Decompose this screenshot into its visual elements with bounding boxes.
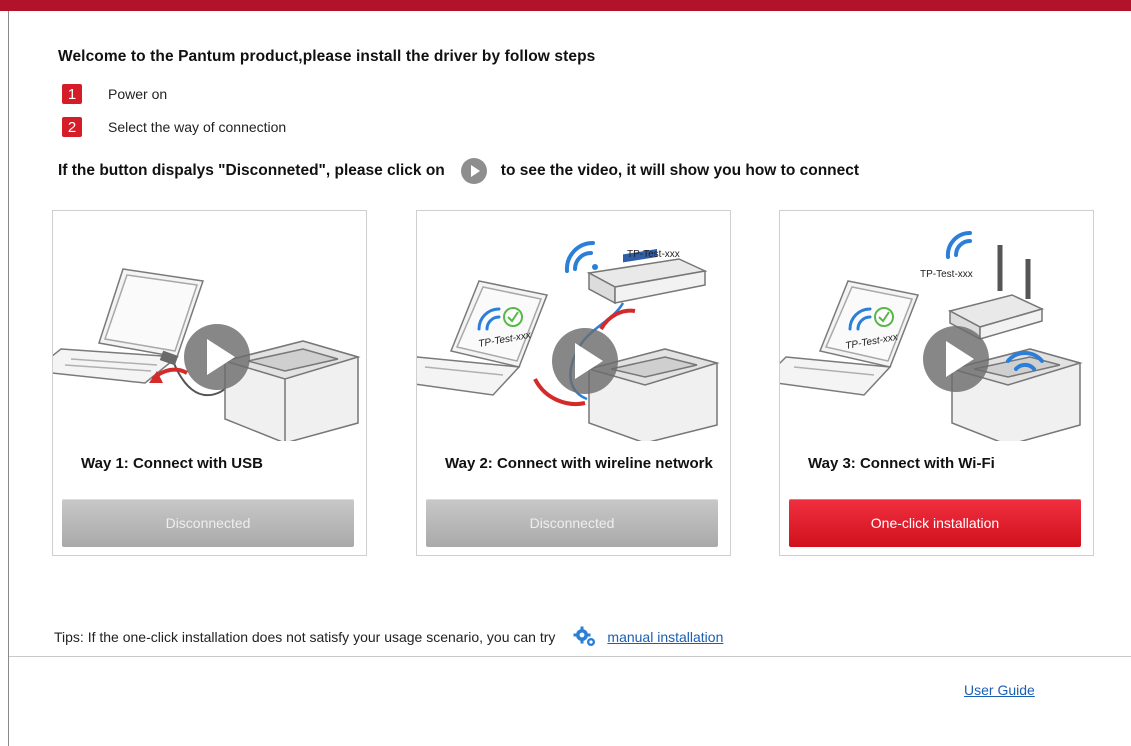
card-title: Way 3: Connect with Wi-Fi xyxy=(808,455,995,472)
checkmark-icon xyxy=(503,307,523,327)
usb-connection-illustration xyxy=(53,268,361,441)
wireline-disconnected-button[interactable]: Disconnected xyxy=(426,499,718,547)
user-guide-link[interactable]: User Guide xyxy=(964,682,1035,698)
step-power-on: 1 Power on xyxy=(62,84,167,104)
play-video-icon xyxy=(923,326,989,392)
ssid-label: TP-Test-xxx xyxy=(627,249,680,260)
footer-divider xyxy=(9,656,1131,657)
tips-text: Tips: If the one-click installation does… xyxy=(54,629,556,645)
play-video-icon xyxy=(552,328,618,394)
router-icon xyxy=(947,245,1045,341)
window-left-border xyxy=(8,11,9,746)
one-click-installation-button[interactable]: One-click installation xyxy=(789,499,1081,547)
welcome-heading: Welcome to the Pantum product,please ins… xyxy=(58,48,596,65)
step-number-badge-icon: 2 xyxy=(62,117,82,137)
gear-icon xyxy=(573,626,596,646)
connection-card-usb: Way 1: Connect with USB Disconnected xyxy=(52,210,367,556)
wifi-icon xyxy=(564,240,598,273)
laptop-icon xyxy=(53,268,205,384)
manual-installation-link[interactable]: manual installation xyxy=(607,629,723,645)
ssid-label: TP-Test-xxx xyxy=(920,269,973,280)
checkmark-icon xyxy=(874,307,894,327)
hint-text-before: If the button dispalys "Disconneted", pl… xyxy=(58,162,445,179)
wifi-connection-illustration: TP-Test-xxx TP-Test-xxx xyxy=(780,230,1083,441)
step-number-badge-icon: 1 xyxy=(62,84,82,104)
connection-card-wireline: TP-Test-xxx TP-Test-xxx Way 2: Connect w… xyxy=(416,210,731,556)
step-label: Power on xyxy=(108,86,168,102)
window-top-bar xyxy=(0,0,1131,11)
step-select-connection: 2 Select the way of connection xyxy=(62,117,286,137)
play-video-icon xyxy=(460,158,487,184)
wireline-connection-illustration: TP-Test-xxx TP-Test-xxx xyxy=(417,240,720,441)
play-video-icon xyxy=(184,324,250,390)
usb-disconnected-button[interactable]: Disconnected xyxy=(62,499,354,547)
step-label: Select the way of connection xyxy=(108,119,287,135)
video-hint: If the button dispalys "Disconneted", pl… xyxy=(58,158,859,184)
tips-row: Tips: If the one-click installation does… xyxy=(54,626,723,648)
card-title: Way 2: Connect with wireline network xyxy=(445,455,713,472)
connection-card-wifi: TP-Test-xxx TP-Test-xxx Way 3: Connect w… xyxy=(779,210,1094,556)
card-title: Way 1: Connect with USB xyxy=(81,455,263,472)
hint-text-after: to see the video, it will show you how t… xyxy=(500,162,860,179)
wifi-icon xyxy=(945,230,972,259)
